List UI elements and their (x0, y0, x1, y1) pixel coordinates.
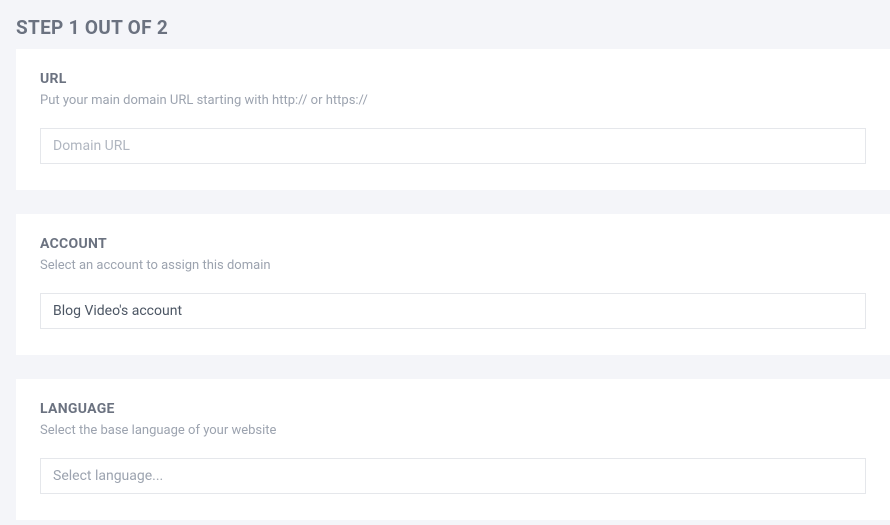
language-section-subtitle: Select the base language of your website (40, 423, 866, 438)
url-section: URL Put your main domain URL starting wi… (16, 49, 890, 190)
language-section: LANGUAGE Select the base language of you… (16, 379, 890, 520)
language-section-title: LANGUAGE (40, 401, 866, 417)
domain-url-input[interactable] (40, 128, 866, 164)
language-select[interactable]: Select language... (40, 458, 866, 494)
url-section-title: URL (40, 71, 866, 87)
step-title: STEP 1 OUT OF 2 (0, 0, 890, 49)
account-section-title: ACCOUNT (40, 236, 866, 252)
account-section: ACCOUNT Select an account to assign this… (16, 214, 890, 355)
account-select[interactable]: Blog Video's account (40, 293, 866, 329)
account-section-subtitle: Select an account to assign this domain (40, 258, 866, 273)
url-section-subtitle: Put your main domain URL starting with h… (40, 93, 866, 108)
